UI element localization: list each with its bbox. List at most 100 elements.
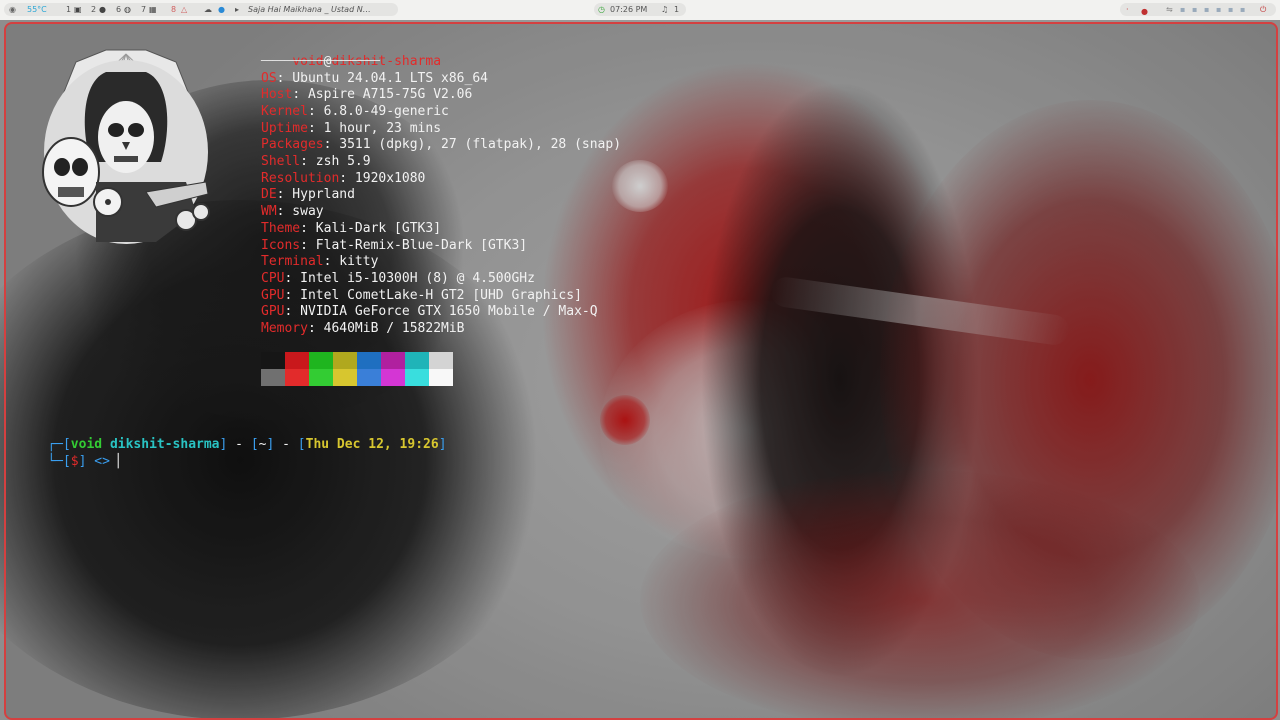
fetch-info-value: : NVIDIA GeForce GTX 1650 Mobile / Max-Q: [284, 304, 598, 320]
fetch-info-value: : 1920x1080: [339, 170, 426, 186]
workspace-8-icon: △: [181, 5, 188, 14]
palette-swatch: [333, 352, 357, 369]
fetch-info-row: Terminal: kitty: [261, 254, 378, 271]
dash-2: -: [274, 436, 298, 452]
fetch-info-key: GPU: [261, 304, 285, 320]
workspace-8[interactable]: 8: [171, 0, 176, 20]
palette-swatch: [429, 369, 453, 386]
bracket-open-3: [: [297, 436, 306, 452]
fetch-info-key: Shell: [261, 154, 301, 169]
network-icon[interactable]: ⇋: [1166, 0, 1173, 20]
fetch-info-key: Theme: [261, 220, 301, 236]
workspace-1-icon: ▣: [74, 5, 82, 14]
fetch-info-key: Memory: [261, 321, 308, 336]
fetch-info-value: : Intel CometLake-H GT2 [UHD Graphics]: [284, 287, 582, 303]
clock[interactable]: 07:26 PM: [610, 0, 647, 20]
skull-ascii-logo-icon: [42, 49, 210, 244]
palette-swatch: [261, 352, 285, 369]
prompt-line-2[interactable]: └─[$] <> ▏: [16, 437, 126, 487]
workspace-1[interactable]: 1: [66, 0, 71, 20]
power-icon[interactable]: ⏻: [1260, 0, 1266, 20]
fetch-info-row: Uptime: 1 hour, 23 mins: [261, 121, 441, 138]
fetch-info-key: OS: [261, 70, 277, 86]
fetch-info-row: DE: Hyprland: [261, 187, 355, 204]
tray-icon-6[interactable]: ▪: [1240, 0, 1245, 20]
tray-icon-1[interactable]: ▪: [1180, 0, 1185, 20]
fetch-info-row: CPU: Intel i5-10300H (8) @ 4.500GHz: [261, 271, 535, 288]
fetch-info-key: Terminal: [261, 254, 324, 270]
workspace-2[interactable]: 2: [91, 0, 96, 20]
fetch-info-key: Icons: [261, 237, 301, 253]
fetch-info-key: GPU: [261, 287, 285, 303]
fetch-info-key: Resolution: [261, 170, 340, 186]
fetch-info-row: Memory: 4640MiB / 15822MiB: [261, 321, 465, 338]
palette-swatch: [285, 369, 309, 386]
fetch-info-key: Uptime: [261, 120, 308, 136]
fetch-info-row: Host: Aspire A715-75G V2.06: [261, 87, 472, 104]
bell-icon[interactable]: ♫: [661, 0, 668, 20]
fetch-info-value: : zsh 5.9: [300, 154, 371, 169]
palette-swatch: [405, 369, 429, 386]
tray-dot-icon: ·: [1126, 5, 1129, 14]
workspace-6-icon: ◍: [124, 5, 131, 14]
workspace-2-icon: ●: [99, 5, 106, 14]
fetch-info-row: Shell: zsh 5.9: [261, 154, 371, 171]
tray-icon-5[interactable]: ▪: [1228, 0, 1233, 20]
media-title[interactable]: Saja Hai Maikhana _ Ustad N…: [248, 0, 371, 20]
fetch-info-row: Kernel: 6.8.0-49-generic: [261, 104, 449, 121]
palette-swatch: [405, 352, 429, 369]
workspace-6[interactable]: 6: [116, 0, 121, 20]
fetch-info-row: Resolution: 1920x1080: [261, 171, 425, 188]
tray-icon-3[interactable]: ▪: [1204, 0, 1209, 20]
top-status-bar: ◉ 55°C 1 ▣ 2 ● 6 ◍ 7 ▦ 8 △ ☁ ● ▸ Saja Ha…: [0, 0, 1280, 20]
prompt-date: Thu Dec 12, 19:26: [305, 436, 439, 452]
fetch-info-value: : 6.8.0-49-generic: [307, 103, 449, 119]
power-menu-icon[interactable]: ◉: [9, 0, 16, 20]
palette-swatch: [357, 352, 381, 369]
dash-1: -: [227, 436, 251, 452]
fetch-info-value: : Flat-Remix-Blue-Dark [GTK3]: [300, 237, 528, 253]
palette-swatch: [309, 369, 333, 386]
chat-icon[interactable]: ☁: [204, 0, 212, 20]
fetch-info-key: DE: [261, 187, 277, 203]
fetch-info-value: : Hyprland: [276, 187, 355, 203]
text-cursor[interactable]: ▏: [118, 454, 126, 469]
tray-icon-2[interactable]: ▪: [1192, 0, 1197, 20]
tray-icon-4[interactable]: ▪: [1216, 0, 1221, 20]
fetch-info-row: WM: sway: [261, 204, 324, 221]
fetch-info-value: : 4640MiB / 15822MiB: [307, 321, 465, 336]
media-play-icon[interactable]: ▸: [235, 0, 239, 20]
prompt-corner-bottom: └─: [47, 453, 63, 469]
fetch-info-value: : 1 hour, 23 mins: [307, 120, 442, 136]
palette-swatch: [285, 352, 309, 369]
temperature-readout: 55°C: [27, 5, 47, 14]
media-app-icon[interactable]: ●: [218, 0, 225, 20]
prompt-host: dikshit-sharma: [109, 436, 220, 452]
kitty-terminal-window[interactable]: void@dikshit-sharma ────────────────────…: [4, 22, 1278, 720]
fetch-info-value: : kitty: [323, 254, 379, 270]
fetch-info-row: GPU: NVIDIA GeForce GTX 1650 Mobile / Ma…: [261, 304, 598, 321]
notification-count: 1: [674, 5, 680, 14]
fetch-info-value: : Aspire A715-75G V2.06: [292, 87, 473, 103]
tray-dot-2-icon: ●: [1141, 7, 1148, 16]
fetch-info-key: Packages: [261, 137, 324, 153]
bracket-close-3: ]: [438, 436, 447, 452]
fetch-info-value: : 3511 (dpkg), 27 (flatpak), 28 (snap): [323, 137, 622, 153]
fetch-info-key: Kernel: [261, 103, 308, 119]
workspace-7-icon: ▦: [149, 5, 157, 14]
workspace-7[interactable]: 7: [141, 0, 146, 20]
clock-icon: ◷: [598, 5, 605, 14]
fetch-separator: ────────────────────: [261, 56, 380, 67]
palette-swatch: [357, 369, 381, 386]
palette-swatch: [381, 369, 405, 386]
fetch-info-value: : Ubuntu 24.04.1 LTS x86_64: [276, 70, 488, 86]
prompt-symbol: $: [70, 453, 79, 469]
fetch-info-row: GPU: Intel CometLake-H GT2 [UHD Graphics…: [261, 288, 582, 305]
fetch-info-row: OS: Ubuntu 24.04.1 LTS x86_64: [261, 71, 488, 88]
palette-swatch: [333, 369, 357, 386]
fetch-info-row: Icons: Flat-Remix-Blue-Dark [GTK3]: [261, 238, 527, 255]
fetch-info-key: CPU: [261, 270, 285, 286]
palette-swatch: [429, 352, 453, 369]
prompt-arrow: <>: [94, 453, 110, 469]
fetch-info-value: : Intel i5-10300H (8) @ 4.500GHz: [284, 270, 535, 286]
